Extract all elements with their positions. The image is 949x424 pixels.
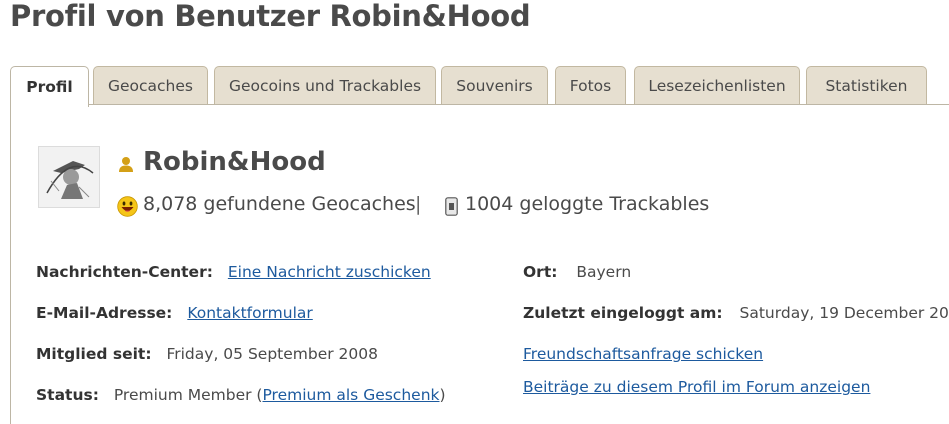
status-row: Status: Premium Member (Premium als Gesc…	[36, 386, 446, 404]
status-close: )	[439, 386, 446, 404]
tab-statistiken[interactable]: Statistiken	[806, 66, 927, 104]
tab-geocaches[interactable]: Geocaches	[93, 66, 208, 104]
messages-row: Nachrichten-Center: Eine Nachricht zusch…	[36, 263, 431, 281]
tab-fotos[interactable]: Fotos	[555, 66, 626, 104]
email-label: E-Mail-Adresse:	[36, 304, 173, 322]
member-since-value: Friday, 05 September 2008	[166, 345, 378, 363]
friend-request-link[interactable]: Freundschaftsanfrage schicken	[523, 345, 763, 363]
tab-lesezeichenlisten[interactable]: Lesezeichenlisten	[634, 66, 800, 104]
trackables-count: 1004 geloggte Trackables	[465, 193, 710, 215]
tab-geocoins-trackables[interactable]: Geocoins und Trackables	[214, 66, 436, 104]
status-value: Premium Member (	[113, 386, 263, 404]
status-label: Status:	[36, 386, 99, 404]
premium-gift-link[interactable]: Premium als Geschenk	[262, 386, 439, 404]
forum-posts-link[interactable]: Beiträge zu diesem Profil im Forum anzei…	[523, 378, 870, 396]
location-value: Bayern	[576, 263, 632, 281]
found-count: 8,078 gefundene Geocaches	[143, 193, 416, 215]
trackable-tag-icon	[445, 197, 458, 216]
last-login-value: Saturday, 19 December 2015	[739, 304, 949, 322]
smiley-icon	[117, 196, 138, 217]
member-since-label: Mitglied seit:	[36, 345, 152, 363]
tab-profil[interactable]: Profil	[10, 66, 89, 107]
contact-form-link[interactable]: Kontaktformular	[187, 304, 312, 322]
stats-separator: |	[415, 193, 422, 215]
page-title: Profil von Benutzer Robin&Hood	[10, 0, 531, 33]
email-row: E-Mail-Adresse: Kontaktformular	[36, 304, 313, 322]
avatar[interactable]	[38, 146, 100, 208]
send-message-link[interactable]: Eine Nachricht zuschicken	[228, 263, 431, 281]
last-login-row: Zuletzt eingeloggt am: Saturday, 19 Dece…	[523, 304, 949, 322]
tab-souvenirs[interactable]: Souvenirs	[441, 66, 548, 104]
location-row: Ort: Bayern	[523, 263, 631, 281]
profile-tabs: Profil Geocaches Geocoins und Trackables…	[10, 66, 949, 107]
friend-request-row: Freundschaftsanfrage schicken	[523, 345, 763, 363]
user-icon	[119, 157, 133, 172]
messages-label: Nachrichten-Center:	[36, 263, 213, 281]
forum-row: Beiträge zu diesem Profil im Forum anzei…	[523, 378, 870, 396]
member-since-row: Mitglied seit: Friday, 05 September 2008	[36, 345, 378, 363]
profile-username: Robin&Hood	[143, 147, 326, 177]
location-label: Ort:	[523, 263, 558, 281]
last-login-label: Zuletzt eingeloggt am:	[523, 304, 723, 322]
